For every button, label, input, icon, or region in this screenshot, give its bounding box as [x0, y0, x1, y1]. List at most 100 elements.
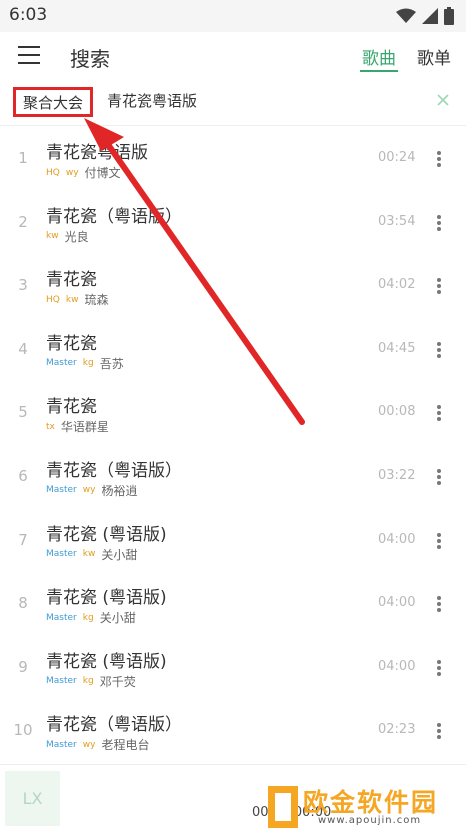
song-artist: 杨裕逍	[101, 483, 138, 498]
status-time: 6:03	[9, 5, 48, 25]
status-bar: 6:03	[0, 0, 466, 32]
song-meta: Master wy 杨裕逍	[46, 482, 137, 499]
song-index: 7	[18, 530, 28, 549]
song-index: 2	[18, 212, 28, 231]
clear-icon[interactable]	[434, 91, 452, 109]
song-duration: 00:08	[378, 404, 416, 420]
song-artist: 吾苏	[99, 356, 124, 371]
song-row[interactable]: 1 青花瓷粤语版 HQ wy 付博文 00:24	[0, 126, 466, 190]
menu-button[interactable]	[18, 46, 40, 64]
status-icons	[396, 7, 454, 25]
search-input[interactable]	[107, 92, 407, 109]
song-index: 9	[18, 657, 28, 676]
song-duration: 03:22	[378, 467, 416, 483]
song-title: 青花瓷 (粤语版)	[46, 651, 167, 672]
song-title: 青花瓷（粤语版）	[46, 715, 182, 736]
song-title: 青花瓷 (粤语版)	[46, 588, 167, 609]
quality-badge: Master	[46, 485, 77, 496]
song-duration: 02:23	[378, 722, 416, 738]
song-artist: 关小甜	[99, 611, 136, 626]
song-title: 青花瓷（粤语版）	[46, 206, 182, 227]
song-artist: 光良	[64, 229, 89, 244]
more-options-icon[interactable]	[437, 278, 441, 295]
wifi-icon	[396, 8, 416, 23]
song-list: 1 青花瓷粤语版 HQ wy 付博文 00:24 2 青花瓷（粤语版） kw 光良 0…	[0, 126, 466, 762]
search-bar: 聚合大会	[0, 80, 466, 126]
quality-badge: kg	[82, 676, 94, 687]
quality-badge: Master	[46, 612, 77, 623]
player-logo[interactable]: LX	[5, 771, 60, 826]
signal-icon	[422, 8, 438, 24]
song-duration: 04:02	[378, 277, 416, 293]
app-bar: 搜索 歌曲 歌单	[0, 32, 466, 80]
song-index: 3	[18, 276, 28, 295]
song-artist: 老程电台	[101, 738, 150, 753]
song-meta: Master kg 邓千荧	[46, 673, 136, 690]
quality-badge: kw	[65, 294, 79, 305]
watermark-text: 欧金软件园	[303, 788, 439, 817]
song-index: 4	[18, 339, 28, 358]
song-duration: 04:45	[378, 340, 416, 356]
quality-badge: HQ	[46, 167, 60, 178]
song-row[interactable]: 9 青花瓷 (粤语版) Master kg 邓千荧 04:00	[0, 635, 466, 699]
more-options-icon[interactable]	[437, 532, 441, 549]
more-options-icon[interactable]	[437, 405, 441, 422]
song-artist: 邓千荧	[99, 674, 136, 689]
song-artist: 华语群星	[60, 420, 109, 435]
song-meta: HQ wy 付博文	[46, 164, 121, 181]
song-index: 6	[18, 466, 28, 485]
quality-badge: wy	[82, 485, 96, 496]
quality-badge: kg	[82, 612, 94, 623]
more-options-icon[interactable]	[437, 596, 441, 613]
song-title: 青花瓷粤语版	[46, 143, 148, 163]
more-options-icon[interactable]	[437, 659, 441, 676]
song-meta: kw 光良	[46, 228, 89, 245]
song-row[interactable]: 5 青花瓷 tx 华语群星 00:08	[0, 380, 466, 444]
quality-badge: kw	[82, 549, 96, 560]
quality-badge: Master	[46, 549, 77, 560]
song-row[interactable]: 2 青花瓷（粤语版） kw 光良 03:54	[0, 190, 466, 254]
song-row[interactable]: 10 青花瓷（粤语版） Master wy 老程电台 02:23	[0, 698, 466, 762]
quality-badge: Master	[46, 358, 77, 369]
song-row[interactable]: 6 青花瓷（粤语版） Master wy 杨裕逍 03:22	[0, 444, 466, 508]
more-options-icon[interactable]	[437, 468, 441, 485]
song-duration: 00:24	[378, 150, 416, 165]
song-duration: 04:00	[378, 531, 416, 547]
quality-badge: kg	[82, 358, 94, 369]
more-options-icon[interactable]	[437, 723, 441, 740]
song-row[interactable]: 7 青花瓷 (粤语版) Master kw 关小甜 04:00	[0, 508, 466, 572]
quality-badge: tx	[46, 421, 55, 432]
source-select[interactable]: 聚合大会	[13, 87, 93, 117]
tab-active-indicator	[360, 70, 398, 72]
quality-badge: HQ	[46, 294, 60, 305]
more-options-icon[interactable]	[437, 214, 441, 231]
song-row[interactable]: 4 青花瓷 Master kg 吾苏 04:45	[0, 317, 466, 381]
song-title: 青花瓷	[46, 397, 97, 418]
tab-playlists[interactable]: 歌单	[417, 44, 451, 69]
song-duration: 04:00	[378, 658, 416, 674]
page-title: 搜索	[70, 47, 110, 71]
more-options-icon[interactable]	[437, 341, 441, 358]
song-artist: 关小甜	[101, 547, 138, 562]
song-meta: HQ kw 琉森	[46, 291, 108, 308]
song-meta: Master kg 关小甜	[46, 609, 136, 626]
song-artist: 付博文	[84, 166, 121, 180]
quality-badge: Master	[46, 739, 77, 750]
more-options-icon[interactable]	[437, 151, 441, 167]
song-meta: tx 华语群星	[46, 418, 109, 435]
song-row[interactable]: 3 青花瓷 HQ kw 琉森 04:02	[0, 253, 466, 317]
song-artist: 琉森	[84, 293, 109, 308]
song-meta: Master wy 老程电台	[46, 736, 149, 753]
quality-badge: kw	[46, 231, 59, 242]
song-index: 8	[18, 594, 28, 613]
song-duration: 03:54	[378, 213, 416, 229]
song-duration: 04:00	[378, 595, 416, 611]
song-index: 5	[18, 403, 28, 422]
song-meta: Master kw 关小甜	[46, 546, 137, 563]
song-index: 1	[18, 149, 28, 167]
menu-icon	[18, 46, 40, 48]
tab-songs[interactable]: 歌曲	[362, 44, 396, 69]
song-row[interactable]: 8 青花瓷 (粤语版) Master kg 关小甜 04:00	[0, 571, 466, 635]
quality-badge: wy	[65, 167, 79, 178]
song-meta: Master kg 吾苏	[46, 355, 124, 372]
